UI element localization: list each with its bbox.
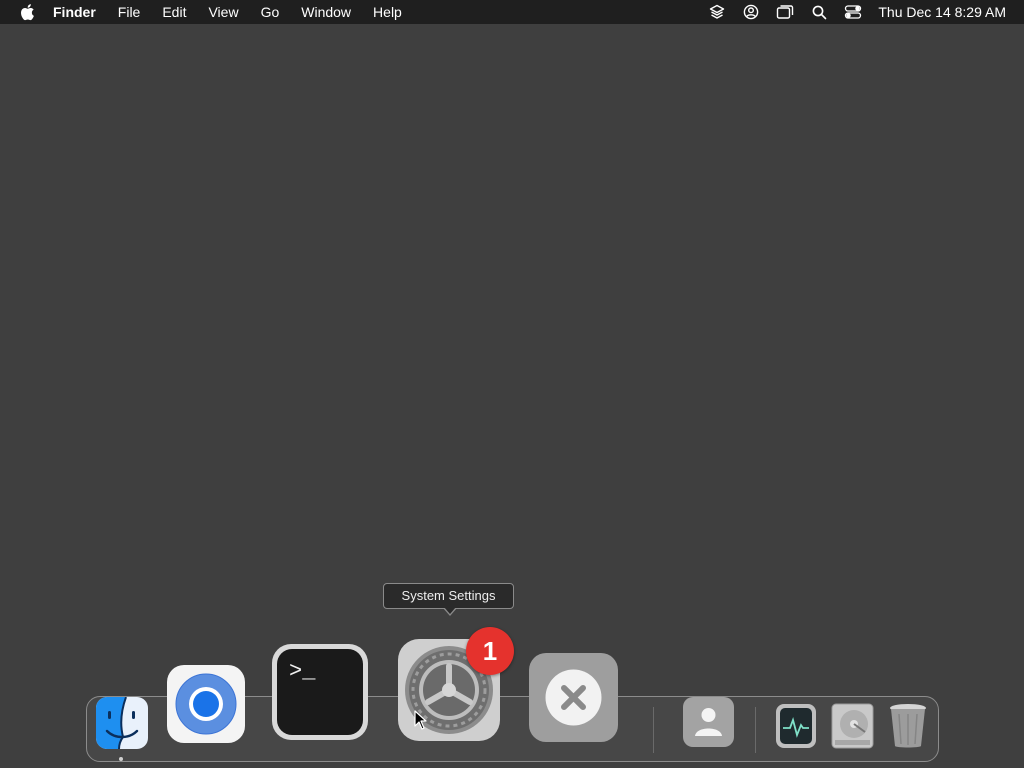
finder-icon <box>96 697 148 749</box>
menu-clock[interactable]: Thu Dec 14 8:29 AM <box>878 4 1006 20</box>
dock-disk-utility[interactable] <box>829 702 876 750</box>
spotlight-search-icon[interactable] <box>802 0 836 24</box>
menu-file[interactable]: File <box>107 0 152 24</box>
control-center-icon[interactable] <box>836 0 870 24</box>
trash-icon <box>890 704 926 748</box>
finder-running-indicator <box>119 757 123 761</box>
dock-divider <box>653 707 654 753</box>
menu-help[interactable]: Help <box>362 0 413 24</box>
dock-finder[interactable] <box>96 697 148 749</box>
menu-app-finder[interactable]: Finder <box>51 0 107 24</box>
close-x-icon <box>529 653 618 742</box>
notification-badge: 1 <box>466 627 514 675</box>
activity-monitor-icon <box>776 704 816 748</box>
dock-activity-monitor[interactable] <box>775 703 817 749</box>
tooltip-arrow-fill <box>444 607 456 614</box>
dock-divider <box>755 707 756 753</box>
menu-view[interactable]: View <box>197 0 249 24</box>
apple-logo-icon[interactable] <box>17 0 37 24</box>
menu-edit[interactable]: Edit <box>151 0 197 24</box>
dock-contacts[interactable] <box>682 696 735 748</box>
screen-mirroring-icon[interactable] <box>768 0 802 24</box>
terminal-icon: >_ <box>272 644 368 740</box>
terminal-prompt: >_ <box>289 659 316 684</box>
disk-utility-icon <box>831 703 874 749</box>
dock-close-app[interactable] <box>528 652 619 743</box>
contacts-icon <box>683 697 734 747</box>
menu-window[interactable]: Window <box>290 0 362 24</box>
dock-chrome[interactable] <box>166 664 246 744</box>
dock-trash[interactable] <box>886 702 930 750</box>
menu-go[interactable]: Go <box>250 0 291 24</box>
dock-terminal[interactable]: >_ <box>271 643 369 741</box>
user-account-icon[interactable] <box>734 0 768 24</box>
mouse-cursor-icon <box>414 710 428 735</box>
chrome-icon <box>167 665 245 743</box>
dock-tooltip: System Settings <box>383 583 514 609</box>
menu-bar: Finder File Edit View Go Window Help Thu… <box>0 0 1024 24</box>
layers-icon[interactable] <box>700 0 734 24</box>
